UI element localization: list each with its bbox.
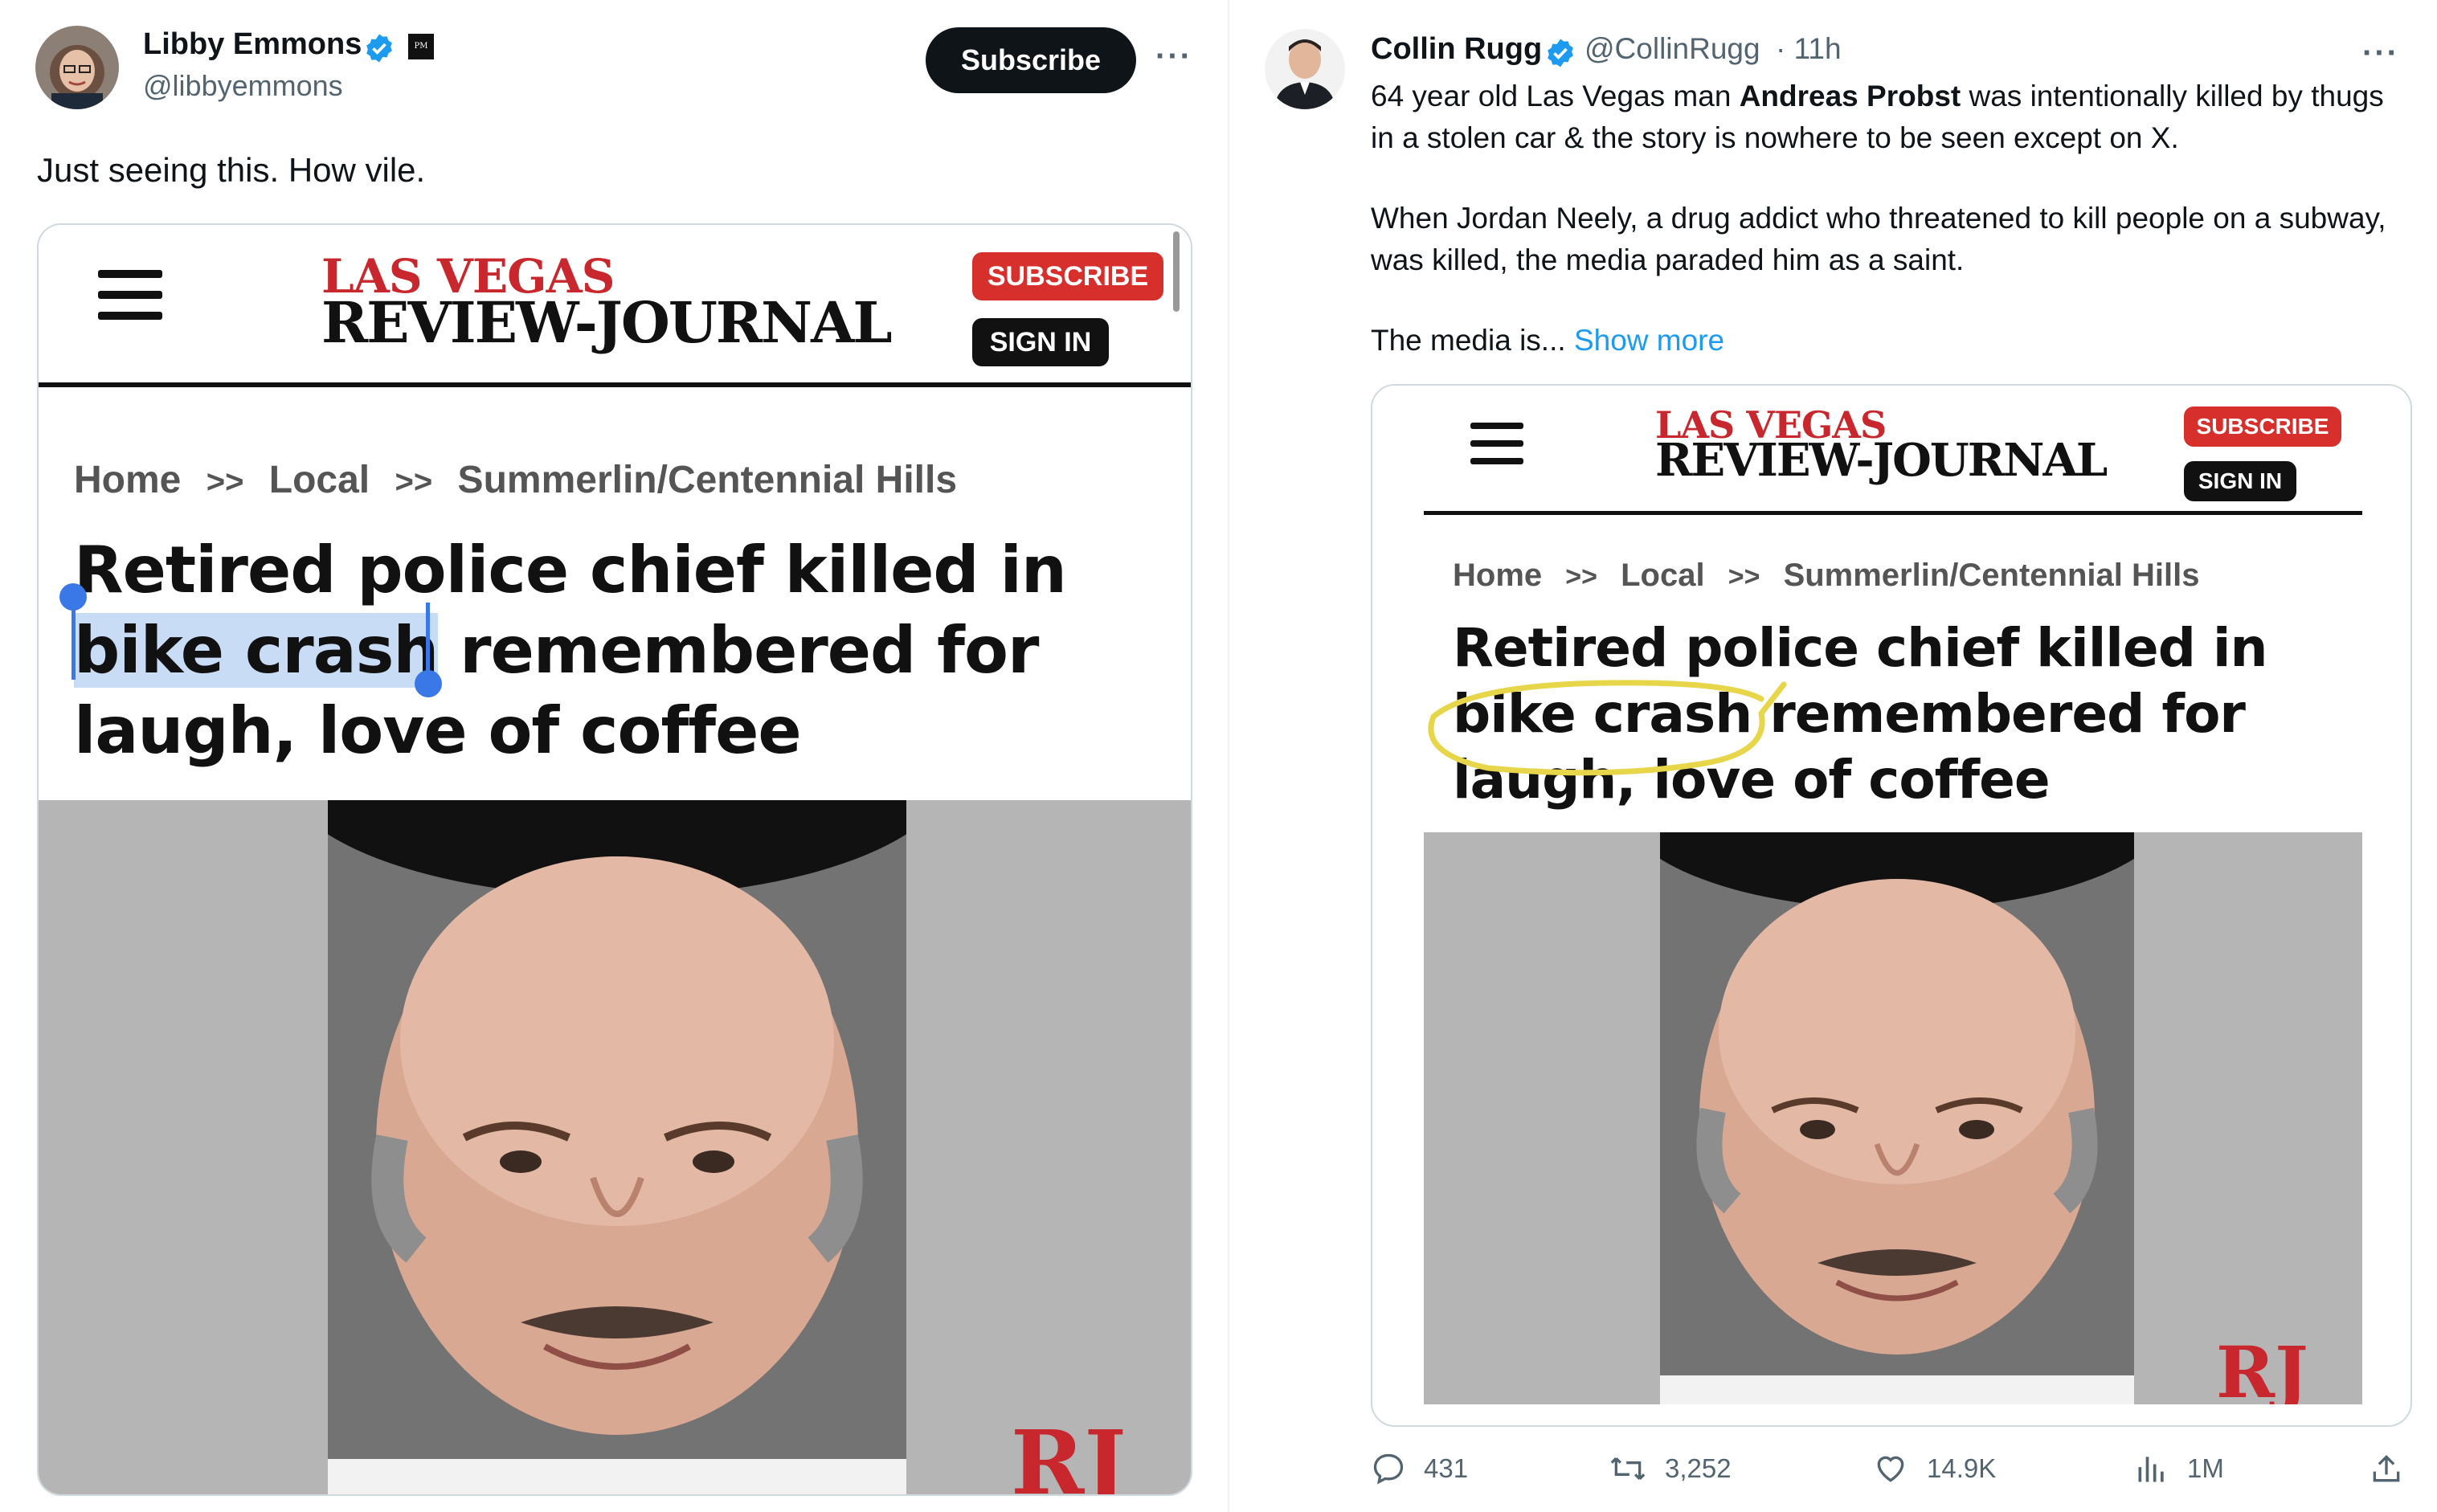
rj-header: LAS VEGAS REVIEW-JOURNAL SUBSCRIBE SIGN …	[1372, 386, 2410, 514]
breadcrumb-local[interactable]: Local	[1621, 558, 1704, 593]
headline-line-1: Retired police chief killed in	[74, 533, 1067, 607]
tweet-paragraph-1: 64 year old Las Vegas man Andreas Probst…	[1371, 80, 2384, 154]
libby-avatar[interactable]	[35, 26, 119, 109]
tweet-paragraph-2: When Jordan Neely, a drug addict who thr…	[1371, 202, 2386, 276]
repost-icon	[1610, 1457, 1646, 1481]
breadcrumb: Home >> Local >> Summerlin/Centennial Hi…	[1453, 558, 2214, 594]
rj-subscribe-badge: SUBSCRIBE	[972, 252, 1163, 300]
breadcrumb-sep: >>	[1565, 562, 1597, 592]
hamburger-icon	[1470, 423, 1523, 464]
libby-media-card[interactable]: LAS VEGAS REVIEW-JOURNAL SUBSCRIBE SIGN …	[37, 223, 1192, 1496]
breadcrumb: Home >> Local >> Summerlin/Centennial Hi…	[74, 458, 971, 502]
tweet-time[interactable]: · 11h	[1776, 32, 1842, 66]
right-tweet: Collin Rugg @CollinRugg · 11h ··· 64 yea…	[1229, 0, 2437, 1512]
libby-name[interactable]: Libby Emmons	[143, 27, 362, 62]
rj-logo-bottom: REVIEW-JOURNAL	[321, 289, 893, 356]
yellow-circle-annotation	[1428, 680, 1787, 776]
verified-icon	[1548, 39, 1573, 67]
rj-signin-badge: SIGN IN	[972, 318, 1109, 366]
header-rule	[1424, 511, 2362, 515]
headline-line-3: laugh, love of coffee	[74, 693, 802, 768]
selection-handle-end[interactable]	[415, 670, 442, 697]
breadcrumb-local[interactable]: Local	[269, 459, 370, 501]
selection-caret-end	[426, 603, 430, 680]
share-icon[interactable]	[2369, 1451, 2404, 1486]
like-icon	[1877, 1456, 1904, 1482]
article-photo: RJ	[1424, 832, 2362, 1404]
breadcrumb-home[interactable]: Home	[1453, 558, 1542, 593]
like-count: 14.9K	[1927, 1453, 1997, 1483]
article-photo: RJ	[39, 800, 1191, 1494]
like-button[interactable]: 14.9K	[1872, 1451, 1996, 1486]
show-more-link[interactable]: Show more	[1574, 324, 1724, 357]
collin-tweet-text: 64 year old Las Vegas man Andreas Probst…	[1371, 76, 2407, 362]
breadcrumb-sep: >>	[395, 464, 433, 500]
selected-text[interactable]: bike crash	[74, 613, 439, 688]
views-count: 1M	[2187, 1453, 2224, 1483]
breadcrumb-summerlin[interactable]: Summerlin/Centennial Hills	[1784, 558, 2200, 593]
breadcrumb-sep: >>	[206, 464, 244, 500]
article-headline: Retired police chief killed in bike cras…	[74, 530, 1067, 771]
scrollbar[interactable]	[1173, 231, 1180, 312]
breadcrumb-summerlin[interactable]: Summerlin/Centennial Hills	[458, 459, 957, 501]
left-tweet: Libby Emmons PM @libbyemmons Subscribe ·…	[0, 0, 1229, 1512]
rj-logo-bottom: REVIEW-JOURNAL	[1655, 434, 2108, 487]
headline-line-1: Retired police chief killed in	[1453, 617, 2268, 679]
headline-line-2: bike crash remembered for	[74, 613, 1039, 688]
repost-count: 3,252	[1665, 1453, 1732, 1483]
collin-media-card[interactable]: LAS VEGAS REVIEW-JOURNAL SUBSCRIBE SIGN …	[1371, 384, 2412, 1427]
reply-icon	[1373, 1453, 1404, 1485]
selection-caret-start	[72, 603, 76, 680]
views-icon	[2138, 1457, 2164, 1482]
breadcrumb-home[interactable]: Home	[74, 459, 181, 501]
libby-tweet-text: Just seeing this. How vile.	[37, 151, 426, 189]
more-options-icon[interactable]: ···	[2362, 35, 2399, 72]
views-button[interactable]: 1M	[2134, 1451, 2224, 1486]
header-rule	[39, 382, 1191, 387]
reply-button[interactable]: 431	[1371, 1451, 1468, 1486]
collin-name[interactable]: Collin Rugg	[1371, 32, 1542, 67]
libby-handle[interactable]: @libbyemmons	[143, 69, 343, 103]
rj-subscribe-badge: SUBSCRIBE	[2184, 407, 2341, 447]
rj-header: LAS VEGAS REVIEW-JOURNAL SUBSCRIBE SIGN …	[39, 225, 1191, 386]
hamburger-icon	[98, 270, 162, 320]
verified-icon	[366, 34, 392, 63]
subscribe-button[interactable]: Subscribe	[926, 27, 1136, 93]
affiliate-badge-icon: PM	[408, 34, 434, 59]
rj-signin-badge: SIGN IN	[2184, 461, 2296, 501]
rj-watermark: RJ	[2216, 1330, 2308, 1404]
rj-watermark: RJ	[1011, 1411, 1126, 1494]
collin-handle[interactable]: @CollinRugg	[1584, 32, 1760, 66]
more-options-icon[interactable]: ···	[1155, 39, 1192, 75]
tweet-paragraph-3: The media is... Show more	[1371, 324, 1725, 357]
breadcrumb-sep: >>	[1728, 562, 1760, 592]
repost-button[interactable]: 3,252	[1609, 1451, 1732, 1486]
collin-avatar[interactable]	[1265, 29, 1345, 109]
reply-count: 431	[1424, 1453, 1469, 1483]
